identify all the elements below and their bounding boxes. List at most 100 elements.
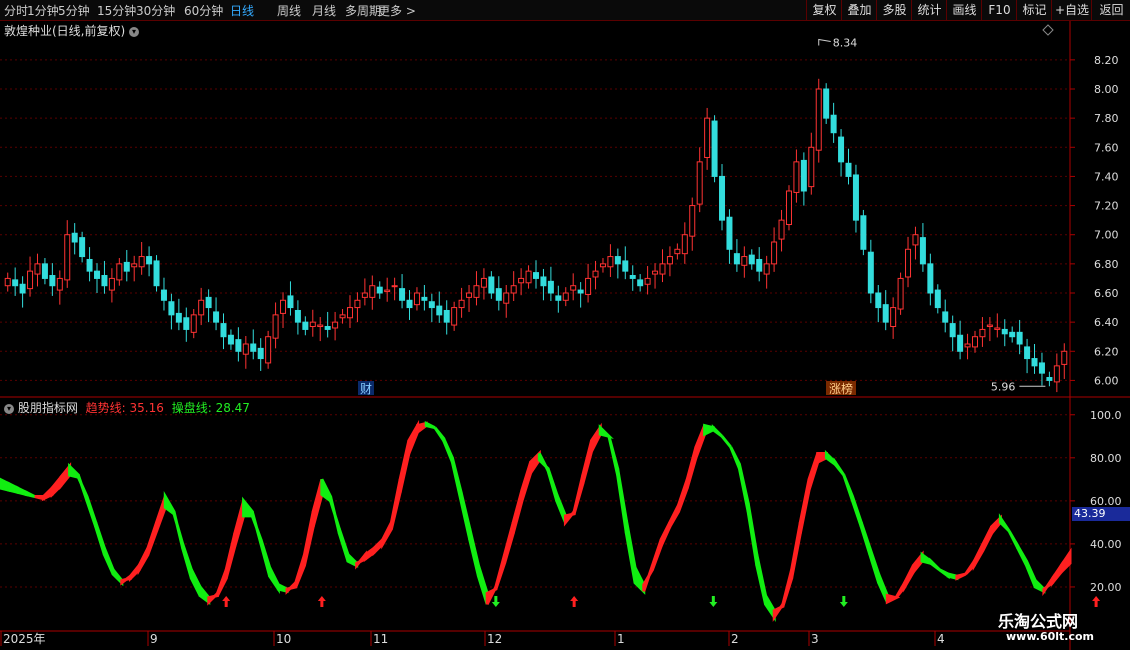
candle-body: [391, 285, 398, 288]
candle-body: [964, 343, 971, 348]
candle-body: [354, 299, 361, 309]
candle-body: [763, 263, 770, 275]
candle-body: [659, 263, 666, 275]
trend-ribbon-segment: [737, 463, 750, 512]
chevron-down-icon[interactable]: ▾: [129, 26, 140, 37]
toolbar-button-0[interactable]: 复权: [806, 0, 842, 20]
trend-ribbon-segment: [511, 489, 524, 534]
candle-body: [882, 304, 889, 323]
candle-body: [830, 114, 837, 134]
trend-ribbon-segment: [885, 593, 901, 605]
chevron-down-icon[interactable]: ▾: [4, 403, 14, 414]
toolbar-button-3[interactable]: 统计: [911, 0, 947, 20]
trend-ribbon-segment: [389, 479, 402, 530]
candle-body: [785, 190, 792, 226]
stock-title: 敦煌种业(日线,前复权) ▾: [4, 22, 140, 39]
period-tab-3[interactable]: 15分钟: [97, 2, 136, 19]
candle-body: [800, 159, 807, 192]
trend-ribbon-segment: [416, 421, 428, 435]
period-tab-8[interactable]: 月线: [312, 2, 336, 19]
trend-ribbon-segment: [581, 440, 594, 485]
event-marker-finance: 财: [360, 382, 372, 396]
candle-body: [287, 295, 294, 309]
trend-ribbon-segment: [181, 543, 193, 579]
price-tick-label: 7.40: [1094, 170, 1119, 183]
candle-body: [280, 299, 287, 314]
sell-arrow-icon: [491, 596, 500, 607]
candle-body: [905, 248, 912, 278]
period-tab-0[interactable]: 分时: [4, 2, 28, 19]
trend-ribbon-segment: [798, 479, 811, 534]
trend-ribbon-segment: [189, 569, 202, 597]
trend-ribbon-segment: [120, 573, 132, 586]
candle-body: [711, 120, 718, 177]
x-axis-label: 12: [487, 632, 502, 646]
candle-body: [1031, 358, 1038, 367]
trend-ribbon-segment: [459, 491, 472, 540]
candle-body: [339, 314, 346, 319]
candle-body: [64, 234, 71, 281]
candle-body: [756, 258, 763, 272]
candle-body: [443, 309, 450, 323]
trend-ribbon-segment: [363, 545, 376, 562]
candle-body: [1009, 331, 1016, 338]
toolbar-button-1[interactable]: 叠加: [841, 0, 877, 20]
trend-ribbon-segment: [772, 599, 785, 622]
diamond-icon: [1042, 24, 1054, 36]
trend-ribbon-segment: [851, 496, 863, 528]
candle-body: [153, 260, 160, 287]
price-tick-label: 6.00: [1094, 374, 1119, 387]
candle-body: [547, 280, 554, 294]
period-tab-6[interactable]: 日线: [230, 2, 254, 19]
candle-body: [942, 311, 949, 323]
period-tab-1[interactable]: 1分钟: [27, 2, 59, 19]
toolbar-button-5[interactable]: F10: [981, 0, 1017, 20]
trend-ribbon-segment: [894, 577, 907, 599]
period-tab-9[interactable]: 多周期: [345, 2, 381, 19]
candle-body: [205, 296, 212, 309]
trend-ribbon-segment: [903, 564, 915, 593]
candle-body: [86, 258, 93, 272]
period-tab-10[interactable]: 更多 >: [378, 2, 416, 19]
candle-body: [1053, 365, 1060, 383]
indicator-name: 股朋指标网: [17, 401, 78, 415]
toolbar: 分时 1分钟 5分钟 15分钟 30分钟 60分钟 日线 周线 月线 多周期 更多 > 复权 叠加 多股统…: [0, 0, 1130, 21]
trend-ribbon-segment: [703, 423, 715, 437]
trend-ribbon-segment: [790, 522, 802, 579]
candle-body: [726, 216, 733, 250]
candle-body: [696, 161, 703, 205]
x-axis-label: 1: [617, 632, 625, 646]
trend-ribbon-segment: [964, 556, 976, 576]
candle-body: [34, 263, 41, 275]
high-price-label: 8.34: [833, 36, 858, 49]
trend-ribbon-segment: [372, 536, 385, 557]
toolbar-button-6[interactable]: 标记: [1016, 0, 1052, 20]
candle-body: [108, 277, 115, 291]
trend-ribbon-segment: [250, 511, 263, 545]
period-tab-5[interactable]: 60分钟: [184, 2, 223, 19]
candle-body: [421, 296, 428, 301]
trend-ribbon-segment: [955, 572, 967, 581]
trend-ribbon-segment: [685, 446, 698, 489]
price-tick-label: 6.60: [1094, 287, 1119, 300]
trend-ribbon-segment: [242, 496, 254, 518]
toolbar-button-8[interactable]: 返回: [1091, 0, 1130, 20]
candle-body: [577, 289, 584, 294]
candle-body: [190, 314, 197, 333]
toolbar-button-2[interactable]: 多股: [876, 0, 912, 20]
trend-ribbon-segment: [650, 539, 663, 571]
toolbar-button-4[interactable]: 画线: [946, 0, 982, 20]
period-tab-2[interactable]: 5分钟: [58, 2, 90, 19]
period-tab-7[interactable]: 周线: [277, 2, 301, 19]
trend-ribbon-segment: [877, 573, 889, 603]
toolbar-button-7[interactable]: +自选: [1051, 0, 1092, 20]
indicator-tick-label: 100.0: [1090, 409, 1122, 422]
candle-body: [681, 234, 688, 255]
candle-body: [674, 248, 681, 255]
period-tab-4[interactable]: 30分钟: [136, 2, 175, 19]
candle-body: [183, 317, 190, 330]
price-tick-label: 7.60: [1094, 141, 1119, 154]
candle-body: [741, 256, 748, 266]
candle-body: [860, 215, 867, 250]
indicator-title: ▾ 股朋指标网 趋势线: 35.16 操盘线: 28.47: [4, 399, 250, 416]
